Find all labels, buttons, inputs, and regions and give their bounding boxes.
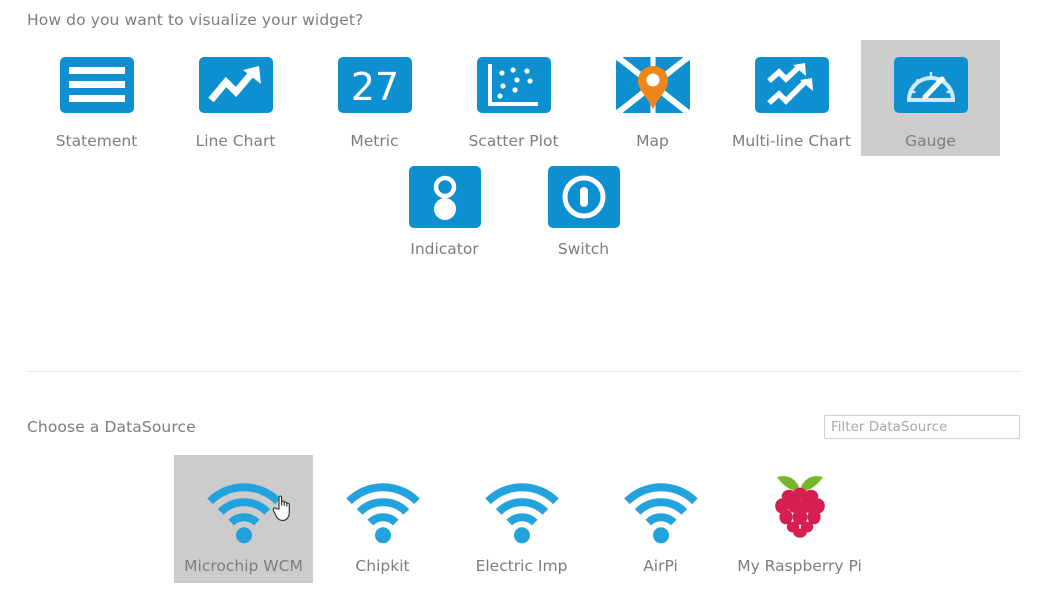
widget-tile-line-chart[interactable]: Line Chart [166, 40, 305, 156]
wifi-icon [480, 465, 564, 549]
widget-tile-gauge[interactable]: Gauge [861, 40, 1000, 156]
scatter-plot-icon [476, 48, 551, 122]
widget-type-grid: Statement Line Chart 27 Metric Scatter P… [27, 40, 1024, 263]
raspberry-pi-icon [758, 465, 842, 549]
widget-tile-label: Multi-line Chart [732, 132, 851, 150]
widget-type-row: Statement Line Chart 27 Metric Scatter P… [27, 40, 1024, 156]
indicator-icon [408, 164, 481, 230]
section-divider [27, 371, 1022, 372]
datasource-tile-microchip-wcm[interactable]: Microchip WCM [174, 455, 313, 583]
datasource-tile-label: Chipkit [355, 557, 410, 575]
datasource-tile-label: AirPi [643, 557, 678, 575]
datasource-tile-label: Electric Imp [475, 557, 568, 575]
datasource-tile-label: My Raspberry Pi [737, 557, 862, 575]
widget-tile-switch[interactable]: Switch [514, 158, 653, 264]
statement-icon [59, 48, 134, 122]
widget-tile-label: Gauge [905, 132, 956, 150]
widget-question-title: How do you want to visualize your widget… [27, 11, 364, 29]
datasource-tile-airpi[interactable]: AirPi [591, 455, 730, 583]
widget-tile-label: Metric [350, 132, 399, 150]
multi-line-chart-icon [754, 48, 829, 122]
gauge-icon [893, 48, 968, 122]
filter-datasource-input[interactable] [824, 415, 1020, 439]
widget-tile-label: Switch [557, 239, 610, 258]
wifi-icon [202, 465, 286, 549]
wifi-icon [341, 465, 425, 549]
widget-tile-indicator[interactable]: Indicator [375, 158, 514, 264]
switch-icon [547, 164, 620, 230]
datasource-question-title: Choose a DataSource [27, 418, 196, 436]
datasource-tile-electric-imp[interactable]: Electric Imp [452, 455, 591, 583]
datasource-grid: Microchip WCM Chipkit Electric Imp AirPi… [174, 455, 869, 583]
widget-tile-label: Scatter Plot [468, 132, 559, 150]
widget-tile-map[interactable]: Map [583, 40, 722, 156]
widget-tile-statement[interactable]: Statement [27, 40, 166, 156]
widget-tile-label: Map [636, 132, 669, 150]
metric-icon: 27 [337, 48, 412, 122]
widget-tile-metric[interactable]: 27 Metric [305, 40, 444, 156]
widget-tile-multi-line-chart[interactable]: Multi-line Chart [722, 40, 861, 156]
datasource-tile-chipkit[interactable]: Chipkit [313, 455, 452, 583]
map-icon [615, 48, 690, 122]
line-chart-icon [198, 48, 273, 122]
widget-tile-label: Statement [55, 132, 138, 150]
datasource-tile-my-raspberry-pi[interactable]: My Raspberry Pi [730, 455, 869, 583]
widget-type-row: Indicator Switch [27, 158, 1024, 264]
svg-text:27: 27 [350, 65, 398, 109]
wifi-icon [619, 465, 703, 549]
widget-tile-label: Indicator [410, 239, 479, 258]
widget-tile-label: Line Chart [195, 132, 276, 150]
datasource-tile-label: Microchip WCM [184, 557, 303, 575]
widget-tile-scatter-plot[interactable]: Scatter Plot [444, 40, 583, 156]
